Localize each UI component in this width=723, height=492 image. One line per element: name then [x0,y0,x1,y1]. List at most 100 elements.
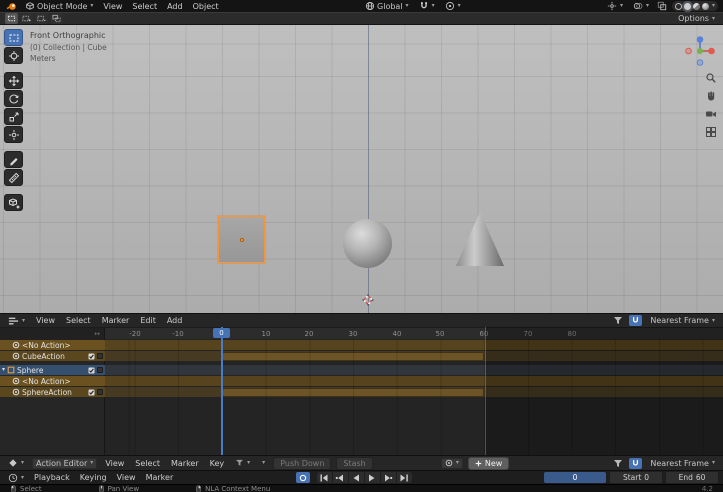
nla-track-row[interactable] [105,351,723,361]
snap-toggle-icon[interactable] [629,458,642,469]
menu-object[interactable]: Object [190,2,222,11]
editor-type-dropdown[interactable]: ▾ [5,458,27,468]
nla-track-row[interactable] [105,387,723,397]
select-mode-set-icon[interactable] [5,13,18,24]
tl-menu-keying[interactable]: Keying [77,473,110,482]
nla-menu-edit[interactable]: Edit [137,316,159,325]
ae-menu-select[interactable]: Select [132,459,163,468]
filter-funnel-icon[interactable] [612,316,624,325]
shading-wireframe-icon[interactable] [675,3,682,10]
shading-rendered-icon[interactable] [702,3,709,10]
camera-view-icon[interactable] [703,107,718,121]
nla-menu-add[interactable]: Add [164,316,186,325]
current-frame-field[interactable]: 0 [544,472,606,483]
previous-keyframe-button[interactable] [333,472,348,483]
channel-row-selected[interactable]: ▾ Sphere [0,365,105,375]
nla-time-ruler[interactable]: -20 -10 10 20 30 40 50 60 70 80 ↔ [0,327,723,339]
tool-transform[interactable] [4,126,23,143]
play-button[interactable] [365,472,380,483]
pan-hand-icon[interactable] [703,89,718,103]
nla-menu-view[interactable]: View [33,316,58,325]
tool-rotate[interactable] [4,90,23,107]
shading-solid-icon[interactable] [684,3,691,10]
axis-gizmo[interactable] [684,35,716,67]
play-reverse-button[interactable] [349,472,364,483]
tool-measure[interactable] [4,169,23,186]
cube-object[interactable] [218,216,265,263]
jump-to-start-button[interactable] [317,472,332,483]
zoom-icon[interactable] [703,71,718,85]
shading-material-icon[interactable] [693,3,700,10]
nla-track-row[interactable] [105,376,723,386]
editor-type-dropdown[interactable]: ▾ [5,473,27,483]
proportional-edit-dropdown[interactable]: ▾ [442,1,464,11]
ae-menu-view[interactable]: View [102,459,127,468]
nla-strip-cube-action[interactable] [222,352,484,361]
editor-mode-dropdown[interactable]: Action Editor ▾ [32,458,97,469]
pin-icon[interactable] [97,367,103,373]
ortho-toggle-icon[interactable] [703,125,718,139]
nla-track-row[interactable] [105,340,723,350]
ae-menu-key[interactable]: Key [207,459,228,468]
orientation-dropdown[interactable]: Global ▾ [362,1,412,11]
ae-menu-marker[interactable]: Marker [168,459,202,468]
channels-scrollbar-icon[interactable]: ↔ [94,330,100,338]
tool-annotate[interactable] [4,151,23,168]
nla-strip-area[interactable] [105,339,723,455]
select-mode-extend-icon[interactable] [20,13,33,24]
jump-to-end-button[interactable] [397,472,412,483]
channel-row[interactable]: SphereAction [0,387,105,397]
checkbox-checked-icon[interactable] [88,353,95,360]
tool-move[interactable] [4,72,23,89]
channel-options-dropdown[interactable]: ▾ [258,460,268,466]
3d-cursor[interactable] [362,294,374,306]
tool-scale[interactable] [4,108,23,125]
tool-add-cube[interactable] [4,194,23,211]
channel-row[interactable]: <No Action> [0,376,105,386]
playhead[interactable] [221,327,223,455]
show-gizmo-dropdown[interactable]: ▾ [604,1,626,11]
nla-track-row[interactable] [105,365,723,375]
checkbox-checked-icon[interactable] [88,389,95,396]
toggle-xray-icon[interactable] [656,1,668,11]
pin-icon[interactable] [97,389,103,395]
stash-button[interactable]: Stash [336,457,372,470]
channel-row[interactable]: CubeAction [0,351,105,361]
dopesheet-filter-dropdown[interactable]: ▾ [232,459,253,467]
tl-menu-playback[interactable]: Playback [31,473,73,482]
select-mode-intersect-icon[interactable] [50,13,63,24]
menu-view[interactable]: View [100,2,125,11]
editor-type-dropdown[interactable]: ▾ [5,316,28,326]
tool-select-box[interactable] [4,29,23,46]
tl-menu-marker[interactable]: Marker [143,473,177,482]
mode-dropdown[interactable]: Object Mode ▾ [22,1,96,11]
nla-strip-sphere-action[interactable] [222,388,484,397]
sphere-object[interactable] [343,219,392,268]
tl-menu-view[interactable]: View [114,473,139,482]
frame-end-field[interactable]: End 60 [666,472,718,483]
menu-add[interactable]: Add [164,2,186,11]
cone-object[interactable] [455,211,505,268]
browse-action-dropdown[interactable]: ▾ [441,458,463,469]
auto-keying-button[interactable] [296,472,310,483]
show-overlays-dropdown[interactable]: ▾ [630,1,652,11]
nla-menu-marker[interactable]: Marker [99,316,133,325]
viewport-3d[interactable]: Front Orthographic (0) Collection | Cube… [0,25,723,313]
new-action-button[interactable]: New [468,457,509,470]
ae-snap-mode-dropdown[interactable]: Nearest Frame ▾ [647,459,718,468]
channel-row[interactable]: <No Action> [0,340,105,350]
snap-toggle-icon[interactable] [629,315,642,326]
tool-cursor[interactable] [4,47,23,64]
next-keyframe-button[interactable] [381,472,396,483]
select-mode-subtract-icon[interactable] [35,13,48,24]
nla-menu-select[interactable]: Select [63,316,94,325]
push-down-button[interactable]: Push Down [273,457,331,470]
checkbox-checked-icon[interactable] [88,367,95,374]
menu-select[interactable]: Select [129,2,160,11]
current-frame-badge[interactable]: 0 [213,328,230,338]
frame-start-field[interactable]: Start 0 [610,472,662,483]
pin-icon[interactable] [97,353,103,359]
options-dropdown[interactable]: Options ▾ [675,14,718,23]
nla-snap-mode-dropdown[interactable]: Nearest Frame ▾ [647,316,718,325]
filter-funnel-icon[interactable] [612,459,624,468]
